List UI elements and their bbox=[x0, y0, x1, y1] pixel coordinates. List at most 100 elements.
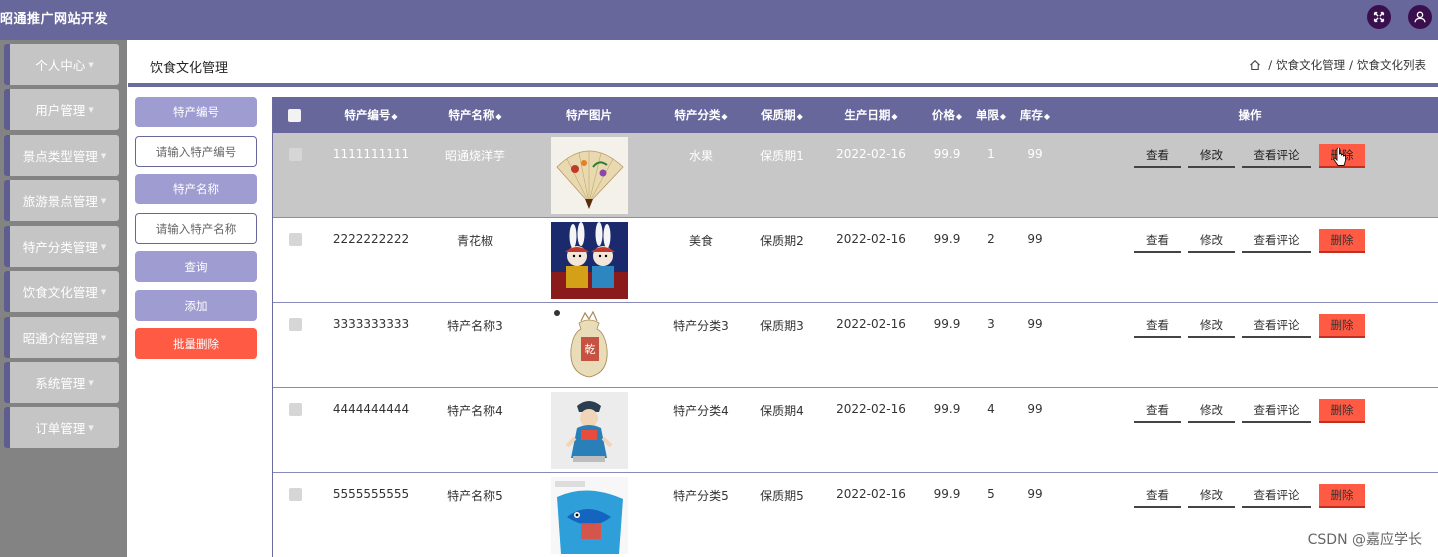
cell-category: 特产分类5 bbox=[673, 489, 729, 503]
cell-limit: 2 bbox=[987, 232, 995, 246]
sidebar-item-label: 特产分类管理 bbox=[22, 240, 98, 255]
column-header-limit[interactable]: 单限◆ bbox=[976, 97, 1006, 133]
watermark: CSDN @嘉应学长 bbox=[1307, 532, 1422, 548]
sidebar-item-label: 个人中心 bbox=[35, 58, 86, 73]
sidebar-item-specialty-categories[interactable]: 特产分类管理 ▼ bbox=[4, 226, 119, 267]
sidebar-item-system[interactable]: 系统管理 ▼ bbox=[4, 362, 119, 403]
sidebar-item-zhaotong-intro[interactable]: 昭通介绍管理 ▼ bbox=[4, 317, 119, 358]
view-comments-button[interactable]: 查看评论 bbox=[1242, 484, 1311, 508]
column-header-category[interactable]: 特产分类◆ bbox=[674, 97, 727, 133]
select-all-checkbox[interactable] bbox=[288, 109, 301, 122]
delete-button[interactable]: 删除 bbox=[1319, 399, 1365, 423]
table-row[interactable]: 2222222222 青花椒 美食 保质期2 2022-02-16 99.9 2… bbox=[273, 218, 1438, 303]
table-row[interactable]: 1111111111 昭通烧洋芋 水果 保质期1 2022-02-16 99.9… bbox=[273, 133, 1438, 218]
svg-text:乾: 乾 bbox=[585, 343, 596, 356]
cell-stock: 99 bbox=[1027, 232, 1043, 246]
delete-button[interactable]: 删除 bbox=[1319, 314, 1365, 338]
batch-delete-button[interactable]: 批量删除 bbox=[135, 328, 257, 359]
sidebar-item-personal[interactable]: 个人中心 ▼ bbox=[4, 44, 119, 85]
product-image-fish-bag bbox=[551, 477, 628, 554]
cell-code: 3333333333 bbox=[332, 317, 410, 331]
cell-shelf-life: 保质期2 bbox=[760, 234, 804, 248]
cell-date: 2022-02-16 bbox=[836, 147, 906, 161]
delete-button[interactable]: 删除 bbox=[1319, 229, 1365, 253]
column-header-price[interactable]: 价格◆ bbox=[932, 97, 962, 133]
cell-price: 99.9 bbox=[933, 147, 961, 161]
view-comments-button[interactable]: 查看评论 bbox=[1242, 229, 1311, 253]
edit-button[interactable]: 修改 bbox=[1188, 399, 1235, 423]
sidebar-item-scenic-spots[interactable]: 旅游景点管理 ▼ bbox=[4, 180, 119, 221]
row-checkbox[interactable] bbox=[289, 488, 302, 501]
sidebar-item-label: 旅游景点管理 bbox=[22, 194, 98, 209]
view-comments-button[interactable]: 查看评论 bbox=[1242, 314, 1311, 338]
chevron-down-icon: ▼ bbox=[88, 105, 94, 114]
home-icon[interactable] bbox=[1249, 59, 1264, 71]
product-image-sack: 乾 bbox=[551, 307, 628, 384]
sidebar-item-orders[interactable]: 订单管理 ▼ bbox=[4, 407, 119, 448]
product-image-rabbits bbox=[551, 222, 628, 299]
edit-button[interactable]: 修改 bbox=[1188, 229, 1235, 253]
cell-category: 特产分类3 bbox=[673, 319, 729, 333]
product-image-fan bbox=[551, 137, 628, 214]
name-label: 特产名称 bbox=[135, 174, 257, 204]
sidebar-item-scenic-types[interactable]: 景点类型管理 ▼ bbox=[4, 135, 119, 176]
cell-code: 1111111111 bbox=[332, 147, 410, 161]
name-search-input[interactable]: 请输入特产名称 bbox=[135, 213, 257, 244]
edit-button[interactable]: 修改 bbox=[1188, 144, 1235, 168]
breadcrumb-item[interactable]: 饮食文化管理 bbox=[1276, 57, 1345, 73]
cell-stock: 99 bbox=[1027, 402, 1043, 416]
cell-category: 特产分类4 bbox=[673, 404, 729, 418]
row-checkbox[interactable] bbox=[289, 318, 302, 331]
row-checkbox[interactable] bbox=[289, 403, 302, 416]
code-label: 特产编号 bbox=[135, 97, 257, 127]
mouse-cursor-icon bbox=[1333, 148, 1346, 166]
chevron-down-icon: ▼ bbox=[88, 423, 94, 432]
search-button[interactable]: 查询 bbox=[135, 251, 257, 282]
table-row[interactable]: 5555555555 特产名称5 特产分类5 保质期5 2022-02-16 9… bbox=[273, 473, 1438, 557]
page-title: 饮食文化管理 bbox=[150, 61, 229, 76]
sidebar-item-label: 系统管理 bbox=[35, 376, 86, 391]
cell-limit: 4 bbox=[987, 402, 995, 416]
view-button[interactable]: 查看 bbox=[1134, 229, 1181, 253]
cell-stock: 99 bbox=[1027, 147, 1043, 161]
view-comments-button[interactable]: 查看评论 bbox=[1242, 144, 1311, 168]
cell-stock: 99 bbox=[1027, 317, 1043, 331]
edit-button[interactable]: 修改 bbox=[1188, 484, 1235, 508]
view-button[interactable]: 查看 bbox=[1134, 399, 1181, 423]
column-header-actions: 操作 bbox=[1238, 108, 1262, 122]
expand-icon[interactable] bbox=[1367, 5, 1391, 29]
delete-button[interactable]: 删除 bbox=[1319, 484, 1365, 508]
view-button[interactable]: 查看 bbox=[1134, 484, 1181, 508]
code-search-input[interactable]: 请输入特产编号 bbox=[135, 136, 257, 167]
cell-price: 99.9 bbox=[933, 402, 961, 416]
column-header-stock[interactable]: 库存◆ bbox=[1020, 97, 1050, 133]
view-comments-button[interactable]: 查看评论 bbox=[1242, 399, 1311, 423]
row-checkbox[interactable] bbox=[289, 148, 302, 161]
user-icon[interactable] bbox=[1408, 5, 1432, 29]
chevron-down-icon: ▼ bbox=[100, 196, 107, 205]
edit-button[interactable]: 修改 bbox=[1188, 314, 1235, 338]
row-checkbox[interactable] bbox=[289, 233, 302, 246]
app-title: 昭通推广网站开发 bbox=[0, 12, 109, 27]
chevron-down-icon: ▼ bbox=[100, 151, 107, 160]
cell-category: 水果 bbox=[688, 149, 714, 163]
column-header-shelf-life[interactable]: 保质期◆ bbox=[761, 97, 803, 133]
table-row[interactable]: 3333333333 特产名称3 乾 特产分类3 保质期3 2022-02-16… bbox=[273, 303, 1438, 388]
column-header-image: 特产图片 bbox=[566, 108, 612, 122]
table-row[interactable]: 4444444444 特产名称4 特产分类4 保质期4 2022-02-16 9… bbox=[273, 388, 1438, 473]
sidebar-item-users[interactable]: 用户管理 ▼ bbox=[4, 89, 119, 130]
column-header-name[interactable]: 特产名称◆ bbox=[448, 97, 501, 133]
column-header-code[interactable]: 特产编号◆ bbox=[344, 97, 397, 133]
sidebar-item-label: 景点类型管理 bbox=[22, 149, 98, 164]
cell-name: 特产名称5 bbox=[447, 489, 503, 503]
add-button[interactable]: 添加 bbox=[135, 290, 257, 321]
breadcrumb-item-current: 饮食文化列表 bbox=[1357, 58, 1426, 72]
page-header: 饮食文化管理 / 饮食文化管理 / 饮食文化列表 bbox=[128, 40, 1438, 87]
view-button[interactable]: 查看 bbox=[1134, 314, 1181, 338]
table-header: 特产编号◆ 特产名称◆ 特产图片 特产分类◆ 保质期◆ 生产日期◆ 价格◆ 单限… bbox=[273, 97, 1438, 133]
view-button[interactable]: 查看 bbox=[1134, 144, 1181, 168]
sidebar-item-food-culture[interactable]: 饮食文化管理 ▼ bbox=[4, 271, 119, 312]
column-header-date[interactable]: 生产日期◆ bbox=[844, 97, 897, 133]
top-bar: 昭通推广网站开发 bbox=[0, 0, 1438, 40]
sidebar-item-label: 昭通介绍管理 bbox=[22, 331, 98, 346]
